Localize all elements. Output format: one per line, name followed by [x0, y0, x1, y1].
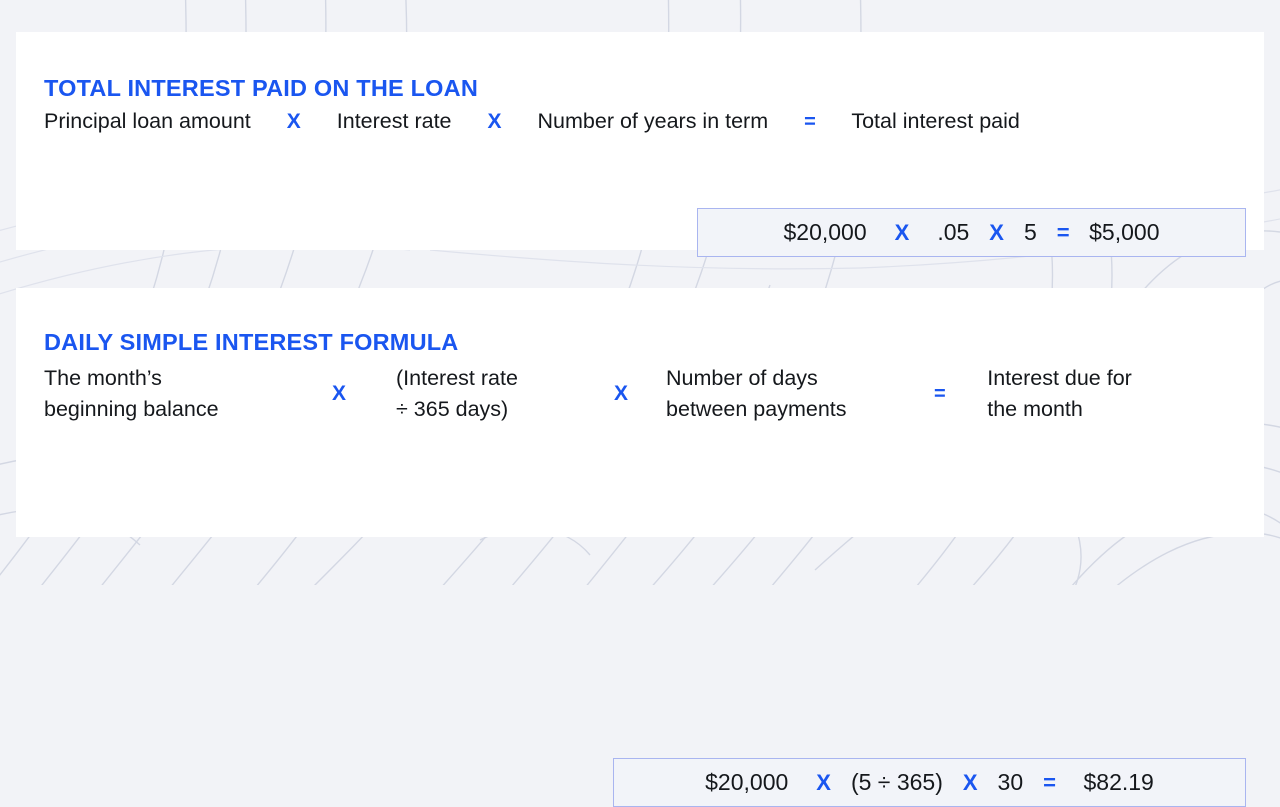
- panel-title-total-interest: TOTAL INTEREST PAID ON THE LOAN: [44, 77, 478, 101]
- example-calculation-total-interest: $20,000 X .05 X 5 = $5,000: [697, 208, 1246, 257]
- example-operator-equals: =: [1057, 222, 1069, 244]
- operator-equals: =: [934, 384, 945, 404]
- operator-multiply-2: X: [614, 383, 628, 404]
- formula-term-interest-rate-over-365: (Interest rate ÷ 365 days): [396, 363, 576, 424]
- panel-title-daily-interest: DAILY SIMPLE INTEREST FORMULA: [44, 331, 458, 355]
- example-value-daily-rate: (5 ÷ 365): [851, 771, 943, 794]
- operator-equals: =: [804, 112, 815, 132]
- panel-daily-simple-interest: DAILY SIMPLE INTEREST FORMULA The month’…: [16, 288, 1264, 537]
- formula-row-daily-interest: The month’s beginning balance X (Interes…: [44, 363, 1244, 424]
- formula-term-months-beginning-balance: The month’s beginning balance: [44, 363, 282, 424]
- example-operator-multiply-2: X: [963, 772, 978, 794]
- formula-term-principal-loan-amount: Principal loan amount: [44, 106, 251, 137]
- formula-term-days-between-payments: Number of days between payments: [666, 363, 906, 424]
- formula-term-interest-rate: Interest rate: [337, 106, 452, 137]
- example-value-rate: .05: [937, 221, 969, 244]
- example-value-interest-due: $82.19: [1084, 771, 1154, 794]
- example-value-balance: $20,000: [705, 771, 788, 794]
- example-operator-multiply-1: X: [816, 772, 831, 794]
- formula-term-total-interest-paid: Total interest paid: [851, 106, 1020, 137]
- example-value-days: 30: [998, 771, 1024, 794]
- panel-total-interest: TOTAL INTEREST PAID ON THE LOAN Principa…: [16, 32, 1264, 250]
- example-operator-multiply-1: X: [895, 222, 910, 244]
- infographic-page: TOTAL INTEREST PAID ON THE LOAN Principa…: [0, 0, 1280, 585]
- formula-term-interest-due-for-the-month: Interest due for the month: [987, 363, 1132, 424]
- operator-multiply-1: X: [332, 383, 346, 404]
- formula-row-total-interest: Principal loan amount X Interest rate X …: [44, 106, 1244, 137]
- operator-multiply-1: X: [287, 111, 301, 132]
- example-value-total-interest: $5,000: [1089, 221, 1159, 244]
- example-operator-equals: =: [1043, 772, 1055, 794]
- example-operator-multiply-2: X: [989, 222, 1004, 244]
- example-value-principal: $20,000: [783, 221, 866, 244]
- example-value-years: 5: [1024, 221, 1037, 244]
- example-calculation-daily-interest: $20,000 X (5 ÷ 365) X 30 = $82.19: [613, 758, 1246, 807]
- operator-multiply-2: X: [488, 111, 502, 132]
- formula-term-number-of-years-in-term: Number of years in term: [538, 106, 769, 137]
